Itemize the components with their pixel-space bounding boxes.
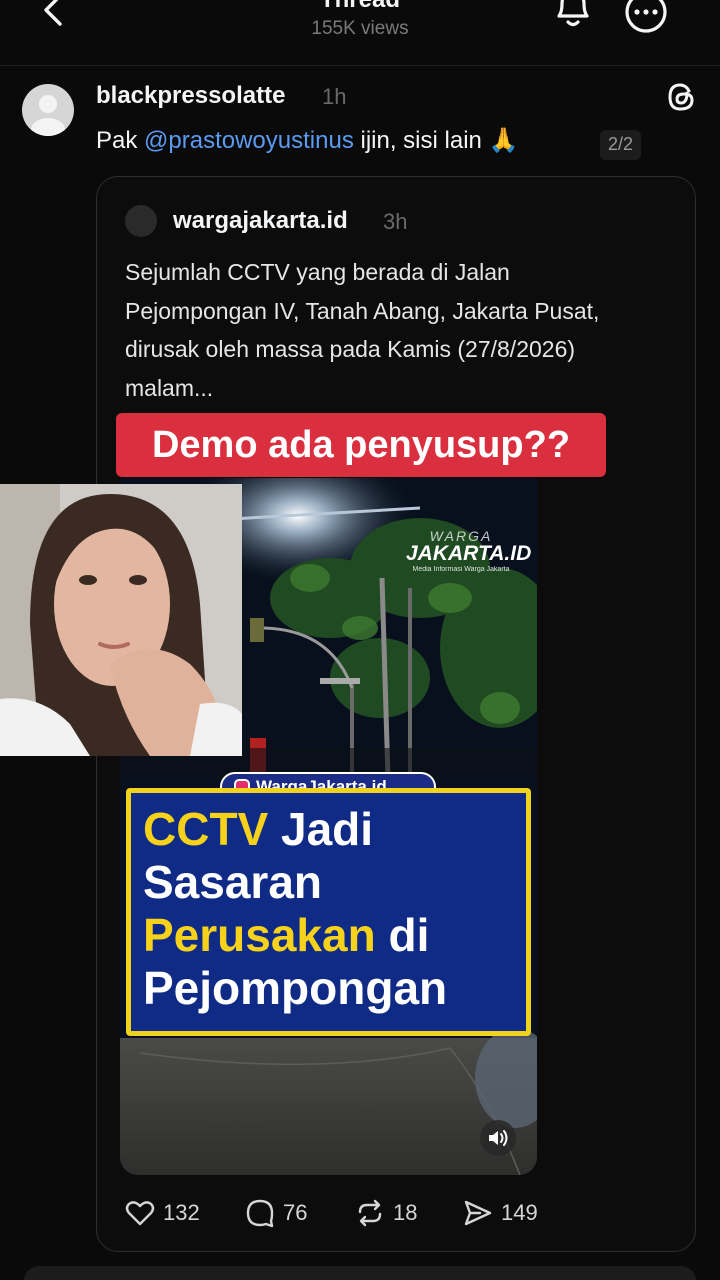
post-time: 1h	[322, 84, 347, 109]
quoted-time: 3h	[383, 209, 408, 234]
speaker-icon	[489, 1130, 508, 1146]
page-title: Thread	[0, 0, 720, 14]
bell-icon[interactable]	[552, 0, 594, 32]
default-avatar-icon	[31, 95, 65, 136]
headline-line-1: CCTV Jadi	[143, 803, 516, 856]
share-count: 149	[501, 1200, 538, 1225]
view-count: 155K views	[311, 18, 409, 39]
watermark-sub: Media Informasi Warga Jakarta	[412, 566, 510, 573]
headline-line-3: Perusakan di	[143, 909, 516, 962]
reply-button[interactable]: 76	[245, 1197, 307, 1229]
mention-link[interactable]: @prastowoyustinus	[144, 127, 354, 154]
post-username[interactable]: blackpressolatte	[96, 82, 285, 110]
headline-perusakan: Perusakan	[143, 909, 376, 961]
headline-cctv: CCTV	[143, 803, 269, 855]
like-button[interactable]: 132	[125, 1197, 200, 1229]
repost-icon	[358, 1199, 382, 1227]
face-cam-overlay	[0, 484, 242, 756]
mute-toggle[interactable]	[480, 1120, 516, 1156]
comment-icon	[246, 1199, 274, 1228]
headline-panel: CCTV Jadi Sasaran Perusakan di Pejompong…	[126, 788, 531, 1036]
quoted-avatar[interactable]	[125, 205, 157, 237]
repost-button[interactable]: 18	[355, 1197, 417, 1229]
watermark-top: WARGA	[429, 528, 493, 544]
avatar[interactable]	[22, 84, 74, 136]
like-count: 132	[163, 1200, 200, 1225]
reply-count: 76	[283, 1200, 308, 1225]
quoted-text: Sejumlah CCTV yang berada di Jalan Pejom…	[125, 259, 600, 401]
headline-di: di	[375, 909, 430, 961]
threads-logo-icon[interactable]	[664, 80, 698, 114]
share-button[interactable]: 149	[463, 1197, 538, 1229]
person-illustration	[0, 484, 242, 756]
headline-line-2: Sasaran	[143, 856, 323, 908]
watermark-logo: WARGA JAKARTA.ID Media Informasi Warga J…	[406, 528, 532, 573]
bottom-reply-bar[interactable]	[24, 1266, 696, 1280]
send-icon	[464, 1200, 492, 1226]
headline-line-4: Pejompongan	[143, 962, 448, 1014]
caption-overlay: Demo ada penyusup??	[116, 413, 606, 477]
post-text-suffix: ijin, sisi lain 🙏	[353, 127, 519, 154]
quoted-username[interactable]: wargajakarta.id	[173, 207, 348, 235]
thread-pager-badge: 2/2	[600, 130, 642, 160]
repost-count: 18	[393, 1200, 418, 1225]
watermark-main: JAKARTA.ID	[406, 542, 532, 565]
more-options-icon[interactable]	[622, 0, 670, 36]
top-bar: Thread 155K views	[0, 0, 720, 66]
headline-jadi: Jadi	[268, 803, 374, 855]
post-text: Pak @prastowoyustinus ijin, sisi lain 🙏	[96, 126, 518, 155]
post-text-prefix: Pak	[96, 127, 145, 154]
heart-icon	[125, 1201, 155, 1226]
